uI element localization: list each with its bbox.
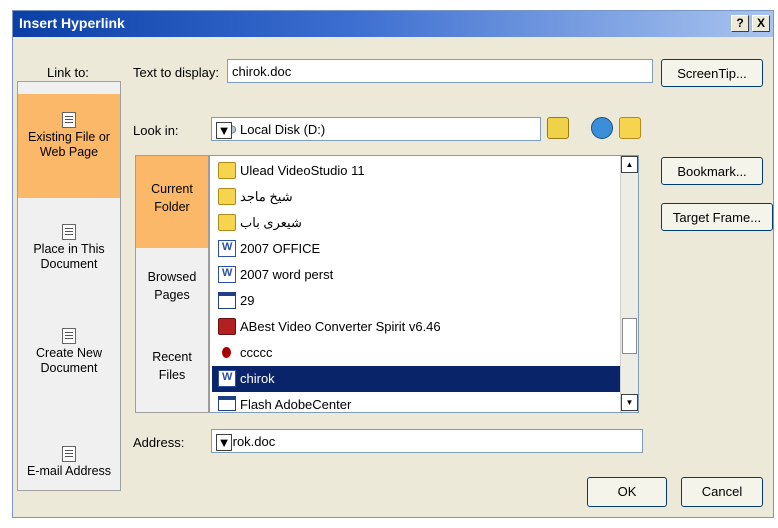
email-icon <box>62 446 76 462</box>
file-name: Flash AdobeCenter <box>240 397 352 412</box>
sub-nav-recent-files[interactable]: Recent Files <box>136 328 208 412</box>
link-place-in-document[interactable]: Place in This Document <box>18 212 120 302</box>
bookmark-button[interactable]: Bookmark... <box>661 157 763 185</box>
word-doc-icon <box>218 370 236 387</box>
exe-icon <box>218 318 236 335</box>
file-name: 29 <box>240 293 255 308</box>
list-item[interactable]: 29 <box>212 288 620 314</box>
file-name: ABest Video Converter Spirit v6.46 <box>240 319 441 334</box>
address-label: Address: <box>133 435 185 450</box>
look-in-label: Look in: <box>133 123 179 138</box>
file-name: 2007 OFFICE <box>240 241 321 256</box>
browsed-pages-line1: Browsed <box>147 270 197 284</box>
new-document-icon <box>62 328 76 344</box>
list-item[interactable]: 2007 OFFICE <box>212 236 620 262</box>
list-item-selected[interactable]: chirok <box>212 366 620 392</box>
file-name: chirok <box>240 371 275 386</box>
look-in-dropdown-arrow[interactable]: ▼ <box>216 122 232 139</box>
address-combo[interactable]: chirok.doc ▼ <box>211 429 643 453</box>
word-doc-icon <box>218 240 236 257</box>
current-folder-line2: Folder <box>154 200 190 214</box>
title-bar: Insert Hyperlink ? X <box>13 11 773 37</box>
file-name: 2007 word perst <box>240 267 334 282</box>
help-button[interactable]: ? <box>731 15 749 32</box>
recent-files-line2: Files <box>158 368 186 382</box>
bookmark-label: Bookmark... <box>677 164 747 179</box>
scroll-thumb[interactable] <box>622 318 637 354</box>
link-existing-file-line1: Existing File or <box>28 130 110 144</box>
folder-icon <box>218 188 236 205</box>
link-create-new-document[interactable]: Create New Document <box>18 316 120 406</box>
cancel-button[interactable]: Cancel <box>681 477 763 507</box>
link-email-line1: E-mail Address <box>26 464 112 478</box>
red-doc-icon <box>218 344 236 361</box>
app-window-icon <box>218 396 236 411</box>
browsed-pages-line2: Pages <box>154 288 190 302</box>
link-existing-file[interactable]: Existing File or Web Page <box>18 94 120 198</box>
file-list[interactable]: Ulead VideoStudio 11 شيخ ماجد شيعرى باب … <box>209 155 639 413</box>
close-button[interactable]: X <box>752 15 770 32</box>
text-to-display-value: chirok.doc <box>232 64 292 79</box>
folder-icon <box>218 214 236 231</box>
link-existing-file-line2: Web Page <box>39 145 99 159</box>
document-place-icon <box>62 224 76 240</box>
ok-button[interactable]: OK <box>587 477 667 507</box>
insert-hyperlink-dialog: Insert Hyperlink ? X Link to: Text to di… <box>12 10 774 518</box>
file-name: شيخ ماجد <box>240 189 293 204</box>
list-item[interactable]: شيخ ماجد <box>212 184 620 210</box>
scroll-down-button[interactable]: ▼ <box>621 394 638 411</box>
recent-files-line1: Recent <box>152 350 192 364</box>
list-item[interactable]: ccccc <box>212 340 620 366</box>
word-doc-icon <box>218 266 236 283</box>
screentip-label: ScreenTip... <box>677 66 747 81</box>
look-in-value: Local Disk (D:) <box>240 122 326 137</box>
file-name: Ulead VideoStudio 11 <box>240 163 365 178</box>
link-place-line1: Place in This <box>33 242 105 256</box>
list-item[interactable]: Ulead VideoStudio 11 <box>212 158 620 184</box>
dialog-title: Insert Hyperlink <box>19 15 125 31</box>
sub-nav-browsed-pages[interactable]: Browsed Pages <box>136 248 208 328</box>
look-in-combo[interactable]: Local Disk (D:) ▼ <box>211 117 541 141</box>
link-email-address[interactable]: E-mail Address <box>18 432 120 492</box>
sub-nav-bar: Current Folder Browsed Pages Recent File… <box>135 155 209 413</box>
browse-file-icon[interactable] <box>619 117 641 139</box>
current-folder-line1: Current <box>151 182 193 196</box>
browse-web-icon[interactable] <box>591 117 613 139</box>
screentip-button[interactable]: ScreenTip... <box>661 59 763 87</box>
up-folder-icon[interactable] <box>547 117 569 139</box>
scroll-up-button[interactable]: ▲ <box>621 156 638 173</box>
file-list-scrollbar[interactable]: ▲ ▼ <box>620 156 638 412</box>
text-to-display-label: Text to display: <box>133 65 219 80</box>
ok-label: OK <box>617 484 637 499</box>
file-web-icon <box>62 112 76 128</box>
link-to-label: Link to: <box>47 65 89 80</box>
link-create-line2: Document <box>40 361 98 375</box>
list-item[interactable]: شيعرى باب <box>212 210 620 236</box>
file-name: ccccc <box>240 345 273 360</box>
text-to-display-input[interactable]: chirok.doc <box>227 59 653 83</box>
file-name: شيعرى باب <box>240 215 302 230</box>
address-dropdown-arrow[interactable]: ▼ <box>216 434 232 451</box>
link-place-line2: Document <box>40 257 98 271</box>
link-create-line1: Create New <box>36 346 102 360</box>
link-to-bar: Existing File or Web Page Place in This … <box>17 81 121 491</box>
list-item[interactable]: Flash AdobeCenter <box>212 392 620 412</box>
list-item[interactable]: ABest Video Converter Spirit v6.46 <box>212 314 620 340</box>
list-item[interactable]: 2007 word perst <box>212 262 620 288</box>
cancel-label: Cancel <box>701 484 743 499</box>
target-frame-label: Target Frame... <box>672 210 762 225</box>
folder-icon <box>218 162 236 179</box>
sub-nav-current-folder[interactable]: Current Folder <box>136 156 208 248</box>
target-frame-button[interactable]: Target Frame... <box>661 203 773 231</box>
app-window-icon <box>218 292 236 309</box>
